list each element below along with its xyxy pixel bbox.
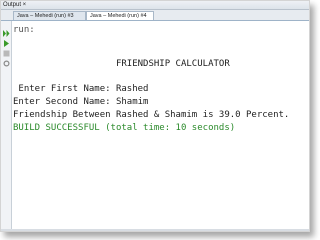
tab-run-4[interactable]: Java – Mehedi (run) #4	[86, 11, 154, 20]
output-tabbar: Java – Mehedi (run) #3 Java – Mehedi (ru…	[1, 10, 309, 21]
output-titlebar: Output ×	[1, 1, 309, 10]
rerun-icon[interactable]	[2, 33, 11, 47]
output-window-title[interactable]: Output ×	[3, 1, 26, 9]
console-line-run: run:	[13, 25, 35, 35]
output-toolbar	[1, 21, 12, 231]
console-line-result: Friendship Between Rashed & Shamim is 39…	[13, 110, 290, 120]
console-line-first-name: Enter First Name: Rashed	[13, 84, 149, 94]
console-output[interactable]: run: FRIENDSHIP CALCULATOR Enter First N…	[13, 22, 309, 231]
run-again-icon[interactable]	[2, 23, 11, 37]
output-window: Output × Java – Mehedi (run) #3 Java – M…	[0, 0, 310, 232]
console-line-heading: FRIENDSHIP CALCULATOR	[13, 59, 230, 69]
tab-label: Java – Mehedi (run) #3	[17, 13, 74, 19]
settings-icon[interactable]	[2, 53, 11, 67]
stop-icon[interactable]	[2, 43, 11, 57]
console-line-build-success: BUILD SUCCESSFUL (total time: 10 seconds…	[13, 123, 236, 133]
window-bottom-strip	[1, 229, 309, 231]
console-line-second-name: Enter Second Name: Shamim	[13, 97, 149, 107]
tab-run-3[interactable]: Java – Mehedi (run) #3	[13, 11, 86, 20]
tab-label: Java – Mehedi (run) #4	[90, 13, 147, 19]
